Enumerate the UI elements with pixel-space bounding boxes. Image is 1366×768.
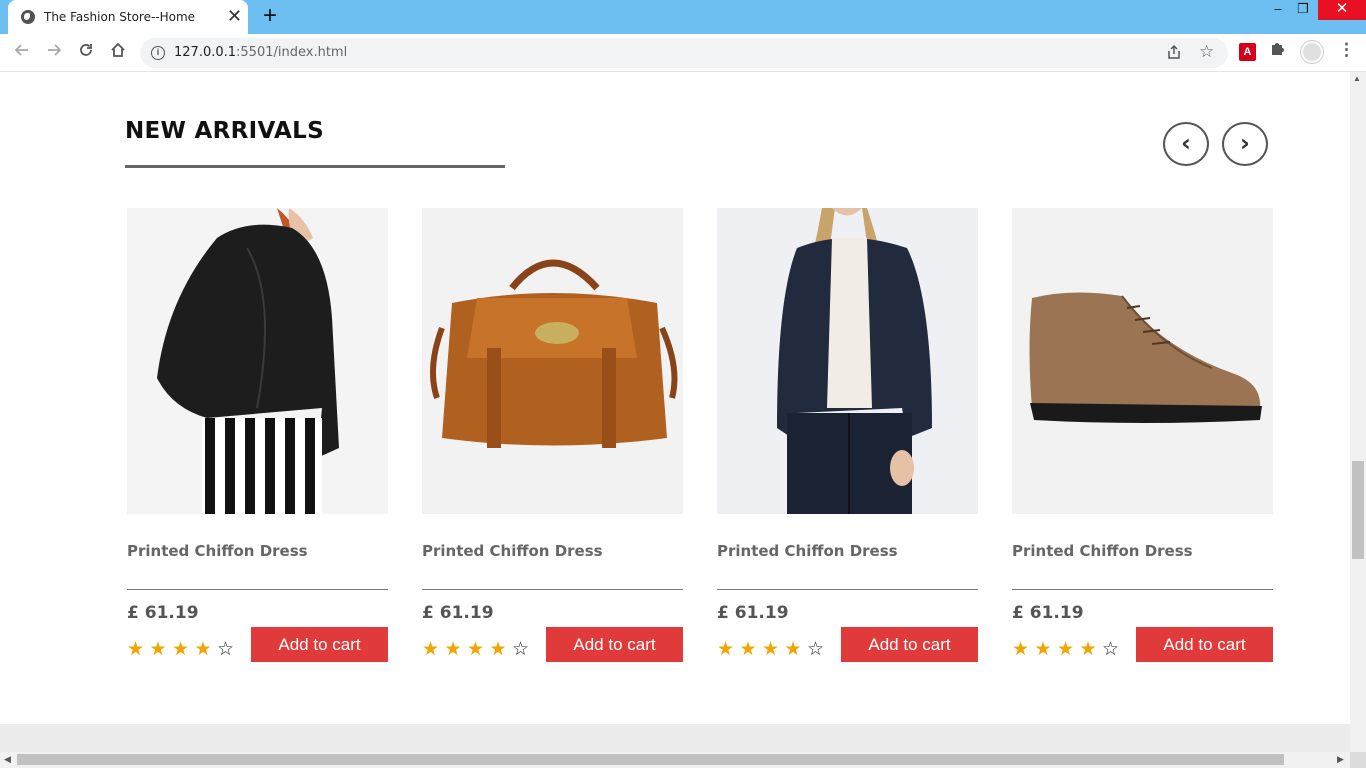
scroll-right-icon[interactable]: ▶ [1337, 754, 1344, 765]
card-divider [422, 589, 683, 590]
browser-tab-strip: The Fashion Store--Home ✕ + – ❐ ✕ [0, 0, 1366, 34]
star-filled-icon: ★ [1012, 639, 1030, 660]
star-filled-icon: ★ [127, 639, 145, 660]
address-bar[interactable]: i 127.0.0.1:5501/index.html ☆ [140, 38, 1228, 68]
star-filled-icon: ★ [489, 639, 507, 660]
product-name[interactable]: Printed Chiffon Dress [127, 542, 308, 560]
add-to-cart-button[interactable]: Add to cart [546, 627, 683, 662]
product-price: £ 61.19 [717, 603, 789, 623]
star-rating: ★ ★ ★ ★ ☆ [127, 638, 247, 662]
add-to-cart-button[interactable]: Add to cart [251, 627, 388, 662]
horizontal-scrollbar[interactable]: ◀ ▶ [0, 752, 1350, 768]
home-icon[interactable] [106, 41, 130, 65]
vertical-scroll-thumb[interactable] [1352, 461, 1364, 559]
star-filled-icon: ★ [1057, 639, 1075, 660]
forward-icon[interactable] [42, 41, 66, 65]
back-icon[interactable] [10, 41, 34, 65]
star-filled-icon: ★ [784, 639, 802, 660]
star-filled-icon: ★ [444, 639, 462, 660]
product-image[interactable] [422, 208, 683, 514]
bookmark-star-icon[interactable]: ☆ [1199, 42, 1214, 62]
new-tab-button[interactable]: + [260, 4, 280, 28]
section-title: NEW ARRIVALS [125, 118, 324, 144]
star-empty-icon: ☆ [807, 639, 825, 660]
add-to-cart-button[interactable]: Add to cart [1136, 627, 1273, 662]
profile-avatar[interactable] [1301, 41, 1323, 63]
share-icon[interactable] [1166, 44, 1182, 64]
star-empty-icon: ☆ [512, 639, 530, 660]
carousel-prev-button[interactable]: ‹ [1163, 122, 1209, 166]
add-to-cart-button[interactable]: Add to cart [841, 627, 978, 662]
horizontal-scroll-thumb[interactable] [17, 754, 1284, 765]
card-divider [1012, 589, 1273, 590]
product-price: £ 61.19 [422, 603, 494, 623]
star-filled-icon: ★ [172, 639, 190, 660]
product-image[interactable] [717, 208, 978, 514]
puzzle-icon[interactable] [1270, 40, 1286, 61]
star-filled-icon: ★ [762, 639, 780, 660]
star-filled-icon: ★ [717, 639, 735, 660]
scroll-left-icon[interactable]: ◀ [4, 754, 11, 765]
product-name[interactable]: Printed Chiffon Dress [717, 542, 898, 560]
menu-icon[interactable]: ⋮ [1338, 40, 1355, 60]
info-icon[interactable]: i [151, 46, 165, 60]
star-rating: ★ ★ ★ ★ ☆ [717, 638, 837, 662]
star-filled-icon: ★ [1034, 639, 1052, 660]
star-filled-icon: ★ [422, 639, 440, 660]
star-rating: ★ ★ ★ ★ ☆ [1012, 638, 1132, 662]
star-rating: ★ ★ ★ ★ ☆ [422, 638, 542, 662]
footer-band [0, 724, 1350, 752]
star-filled-icon: ★ [739, 639, 757, 660]
page-viewport: NEW ARRIVALS ‹ › Printed Chiffon Dress £… [0, 72, 1350, 752]
card-divider [717, 589, 978, 590]
pdf-extension-icon[interactable]: A [1239, 43, 1256, 61]
product-image[interactable] [1012, 208, 1273, 514]
title-underline [125, 165, 505, 168]
globe-icon [21, 10, 35, 24]
restore-button[interactable]: ❐ [1293, 0, 1313, 20]
browser-toolbar: i 127.0.0.1:5501/index.html ☆ A ⋮ [0, 34, 1366, 72]
star-empty-icon: ☆ [1102, 639, 1120, 660]
card-divider [127, 589, 388, 590]
tab-title: The Fashion Store--Home [44, 10, 196, 24]
product-price: £ 61.19 [127, 603, 199, 623]
carousel-next-button[interactable]: › [1222, 122, 1268, 166]
reload-icon[interactable] [74, 41, 98, 65]
minimize-button[interactable]: – [1268, 0, 1288, 20]
scroll-up-icon[interactable]: ▲ [1353, 74, 1361, 83]
product-name[interactable]: Printed Chiffon Dress [422, 542, 603, 560]
scroll-corner [1350, 752, 1366, 768]
window-close-button[interactable]: ✕ [1318, 0, 1366, 20]
star-filled-icon: ★ [467, 639, 485, 660]
star-empty-icon: ☆ [217, 639, 235, 660]
product-price: £ 61.19 [1012, 603, 1084, 623]
tab-close-icon[interactable]: ✕ [227, 7, 242, 25]
product-image[interactable] [127, 208, 388, 514]
url-text[interactable]: 127.0.0.1:5501/index.html [174, 45, 347, 60]
product-name[interactable]: Printed Chiffon Dress [1012, 542, 1193, 560]
vertical-scrollbar[interactable]: ▲ [1350, 72, 1366, 752]
star-filled-icon: ★ [194, 639, 212, 660]
star-filled-icon: ★ [149, 639, 167, 660]
browser-tab[interactable]: The Fashion Store--Home ✕ [8, 0, 248, 34]
star-filled-icon: ★ [1079, 639, 1097, 660]
